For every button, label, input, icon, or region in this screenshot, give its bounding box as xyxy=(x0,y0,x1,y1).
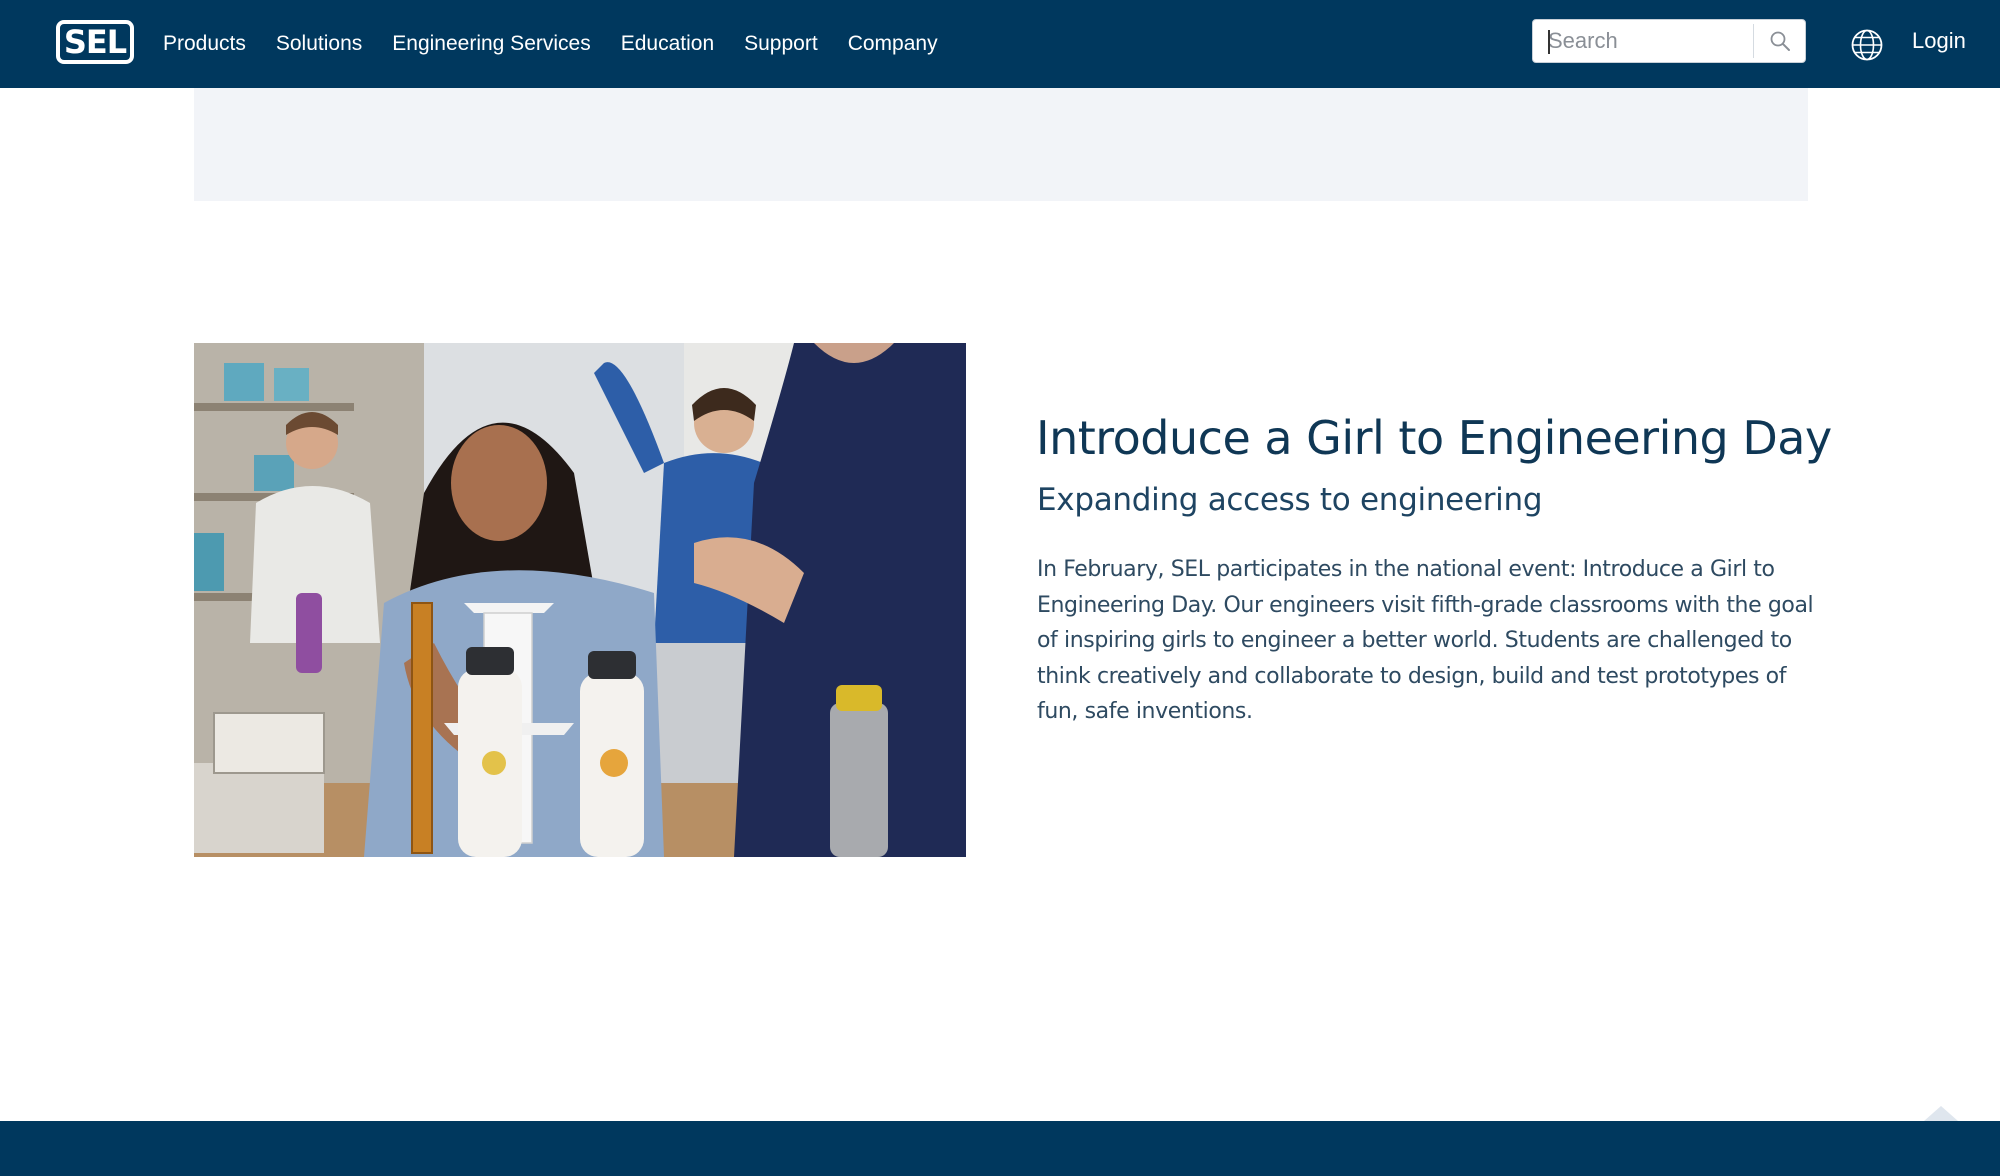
nav-support[interactable]: Support xyxy=(744,32,818,56)
feature-image xyxy=(194,343,966,857)
search-input[interactable] xyxy=(1533,20,1753,62)
search-box xyxy=(1532,19,1806,63)
footer-bar xyxy=(0,1121,2000,1176)
classroom-photo xyxy=(194,343,966,857)
globe-icon[interactable] xyxy=(1850,28,1884,62)
back-to-top-icon[interactable] xyxy=(1924,1106,1958,1121)
main-nav: Products Solutions Engineering Services … xyxy=(163,0,938,88)
feature-title: Introduce a Girl to Engineering Day xyxy=(1036,411,1832,465)
feature-subtitle: Expanding access to engineering xyxy=(1037,482,1543,518)
feature-description: In February, SEL participates in the nat… xyxy=(1037,557,1814,724)
nav-education[interactable]: Education xyxy=(621,32,714,56)
nav-solutions[interactable]: Solutions xyxy=(276,32,362,56)
nav-engineering-services[interactable]: Engineering Services xyxy=(392,32,590,56)
gray-content-band xyxy=(194,88,1808,201)
search-button[interactable] xyxy=(1754,20,1806,62)
nav-company[interactable]: Company xyxy=(848,32,938,56)
text-caret xyxy=(1548,30,1550,54)
login-link[interactable]: Login xyxy=(1912,26,1966,56)
nav-products[interactable]: Products xyxy=(163,32,246,56)
top-navigation-bar: SEL Products Solutions Engineering Servi… xyxy=(0,0,2000,88)
sel-logo[interactable]: SEL xyxy=(56,20,134,64)
search-icon xyxy=(1770,31,1790,51)
